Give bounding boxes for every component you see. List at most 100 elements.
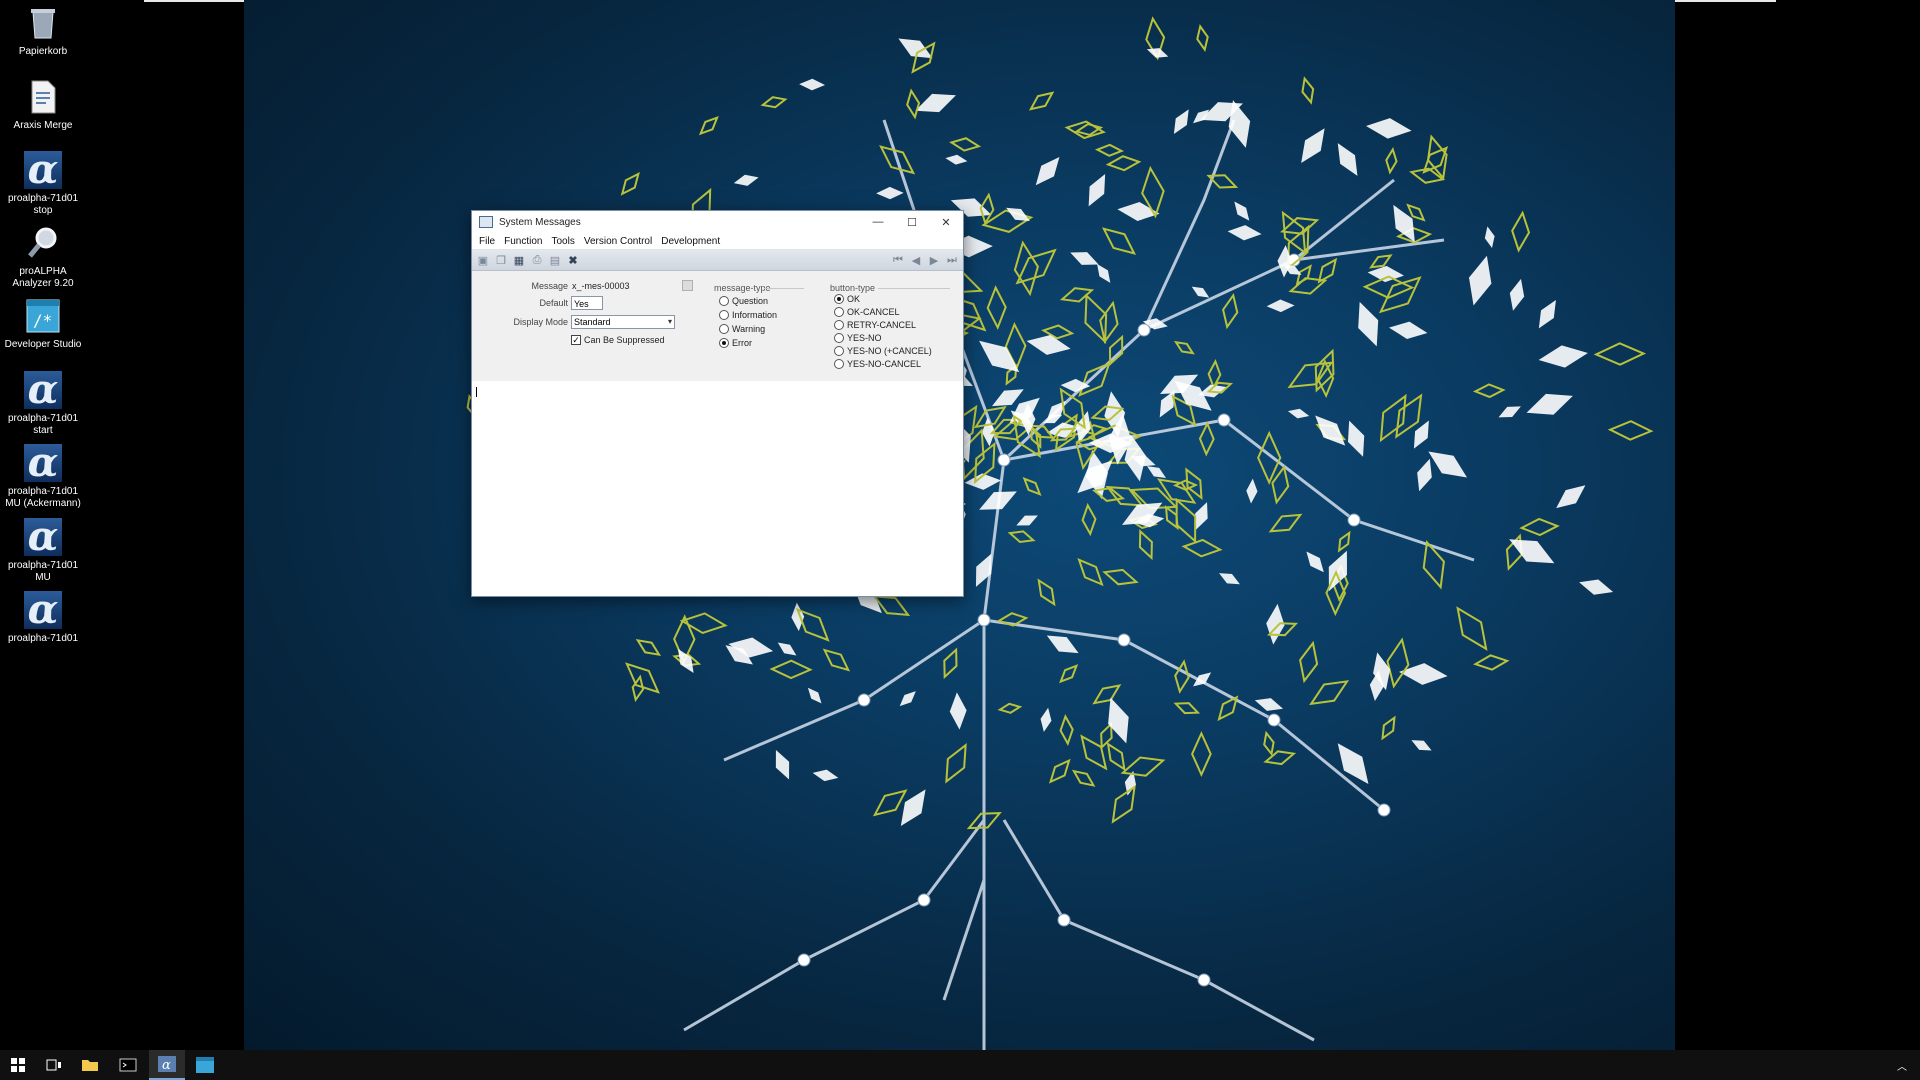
minimize-button[interactable]: — — [861, 211, 895, 233]
window-titlebar[interactable]: System Messages — ☐ ✕ — [472, 211, 963, 233]
save-icon[interactable]: ▦ — [512, 253, 526, 267]
radio-information-label: Information — [732, 310, 778, 320]
display-mode-select[interactable]: Standard ▾ — [571, 315, 675, 329]
desktop-icon-label: proalpha-71d01 start — [7, 413, 79, 436]
desktop-icon-label: Papierkorb — [18, 46, 68, 57]
leaf-shape — [1111, 785, 1136, 824]
first-record-icon[interactable]: ⏮ — [891, 253, 905, 267]
leaf-shape — [899, 691, 916, 707]
leaf-shape — [1181, 538, 1223, 558]
radio-yes-no-cancel[interactable] — [834, 359, 844, 369]
leaf-shape — [777, 642, 797, 656]
command-prompt-icon[interactable] — [110, 1050, 146, 1080]
close-button[interactable]: ✕ — [929, 211, 963, 233]
menu-development[interactable]: Development — [661, 236, 720, 247]
leaf-shape — [1472, 383, 1506, 399]
menu-file[interactable]: File — [479, 236, 495, 247]
leaf-shape — [812, 769, 839, 782]
leaf-shape — [1358, 301, 1379, 347]
desktop-icon-label: proalpha-71d01 — [7, 633, 79, 644]
copy-record-icon[interactable]: ❐ — [494, 253, 508, 267]
leaf-shape — [1309, 680, 1350, 706]
leaf-shape — [807, 687, 822, 704]
next-record-icon[interactable]: ▶ — [927, 253, 941, 267]
leaf-shape — [1306, 551, 1324, 573]
radio-ok[interactable] — [834, 294, 844, 304]
leaf-shape — [1511, 210, 1531, 253]
leaf-shape — [1048, 758, 1071, 784]
leaf-shape — [1607, 420, 1654, 441]
proalpha-taskbar-icon[interactable]: α — [149, 1050, 185, 1080]
task-view-icon[interactable] — [36, 1050, 72, 1080]
chevron-up-icon[interactable]: ︿ — [1884, 1050, 1920, 1080]
radio-information[interactable] — [719, 310, 729, 320]
print-icon[interactable]: ⎙ — [530, 253, 544, 267]
leaf-shape — [1060, 378, 1091, 393]
desktop-icon-proalpha-analyzer[interactable]: proALPHA Analyzer 9.20 — [0, 224, 86, 290]
radio-warning[interactable] — [719, 324, 729, 334]
leaf-shape — [1287, 408, 1310, 419]
leaf-shape — [1022, 477, 1042, 496]
developer-studio-taskbar-icon[interactable] — [187, 1050, 223, 1080]
leaf-shape — [997, 702, 1023, 714]
can-be-suppressed-checkbox[interactable]: ✓ — [571, 335, 581, 345]
radio-yes-no-plus-cancel[interactable] — [834, 346, 844, 356]
windows-logo-icon — [11, 1058, 25, 1072]
radio-ok-cancel[interactable] — [834, 307, 844, 317]
leaf-shape — [1337, 743, 1369, 784]
desktop-icon-recycle-bin[interactable]: Papierkorb — [0, 4, 86, 58]
message-lookup-button[interactable] — [682, 280, 693, 291]
leaf-shape — [945, 154, 968, 165]
leaf-shape — [760, 96, 788, 109]
leaf-shape — [1593, 342, 1647, 366]
cancel-icon[interactable]: ✖ — [566, 253, 580, 267]
desktop-icon-proalpha-mu[interactable]: α proalpha-71d01 MU — [0, 517, 86, 584]
desktop-icon-araxis-merge[interactable]: Araxis Merge — [0, 78, 86, 132]
new-record-icon[interactable]: ▣ — [476, 253, 490, 267]
start-button[interactable] — [0, 1050, 36, 1080]
message-value[interactable]: x_-mes-00003 — [572, 281, 630, 291]
menu-version-control[interactable]: Version Control — [584, 236, 652, 247]
desktop-icon-proalpha[interactable]: α proalpha-71d01 — [0, 590, 86, 645]
leaf-shape — [1059, 287, 1095, 303]
radio-retry-cancel[interactable] — [834, 320, 844, 330]
app-icon — [479, 216, 493, 228]
leaf-shape — [1196, 23, 1209, 53]
last-record-icon[interactable]: ⏭ — [945, 253, 959, 267]
leaf-shape — [1519, 517, 1560, 537]
leaf-shape — [1219, 573, 1240, 585]
leaf-shape — [791, 602, 805, 632]
leaf-shape — [1174, 659, 1190, 694]
message-text-editor[interactable] — [472, 381, 963, 596]
leaf-shape — [1234, 201, 1250, 221]
leaf-shape — [1413, 420, 1429, 449]
delete-record-icon[interactable]: ▤ — [548, 253, 562, 267]
desktop-icon-proalpha-start[interactable]: α proalpha-71d01 start — [0, 370, 86, 437]
chevron-down-icon: ▾ — [667, 317, 672, 326]
leaf-shape — [1217, 695, 1239, 722]
leaf-shape — [1105, 155, 1142, 172]
default-field[interactable]: Yes — [571, 296, 603, 310]
radio-yes-no[interactable] — [834, 333, 844, 343]
menu-tools[interactable]: Tools — [551, 236, 574, 247]
desktop-icon-label: Developer Studio — [4, 339, 82, 350]
leaf-shape — [1246, 478, 1258, 504]
leaf-shape — [1081, 502, 1097, 537]
previous-record-icon[interactable]: ◀ — [909, 253, 923, 267]
radio-ok-cancel-label: OK-CANCEL — [847, 307, 900, 317]
leaf-shape — [1198, 421, 1215, 457]
desktop-icon-proalpha-stop[interactable]: α proalpha-71d01 stop — [0, 150, 86, 217]
file-explorer-icon[interactable] — [72, 1050, 108, 1080]
leaf-shape — [1191, 730, 1212, 778]
desktop-icon-proalpha-mu-ackermann[interactable]: α proalpha-71d01 MU (Ackermann) — [0, 443, 86, 510]
leaf-shape — [943, 647, 958, 680]
radio-error[interactable] — [719, 338, 729, 348]
maximize-button[interactable]: ☐ — [895, 211, 929, 233]
radio-question[interactable] — [719, 296, 729, 306]
menu-function[interactable]: Function — [504, 236, 542, 247]
group-divider — [764, 288, 804, 289]
desktop-icon-developer-studio[interactable]: /* Developer Studio — [0, 297, 86, 351]
leaf-shape — [1301, 76, 1315, 105]
leaf-shape — [1388, 321, 1428, 339]
leaf-shape — [1484, 226, 1495, 249]
